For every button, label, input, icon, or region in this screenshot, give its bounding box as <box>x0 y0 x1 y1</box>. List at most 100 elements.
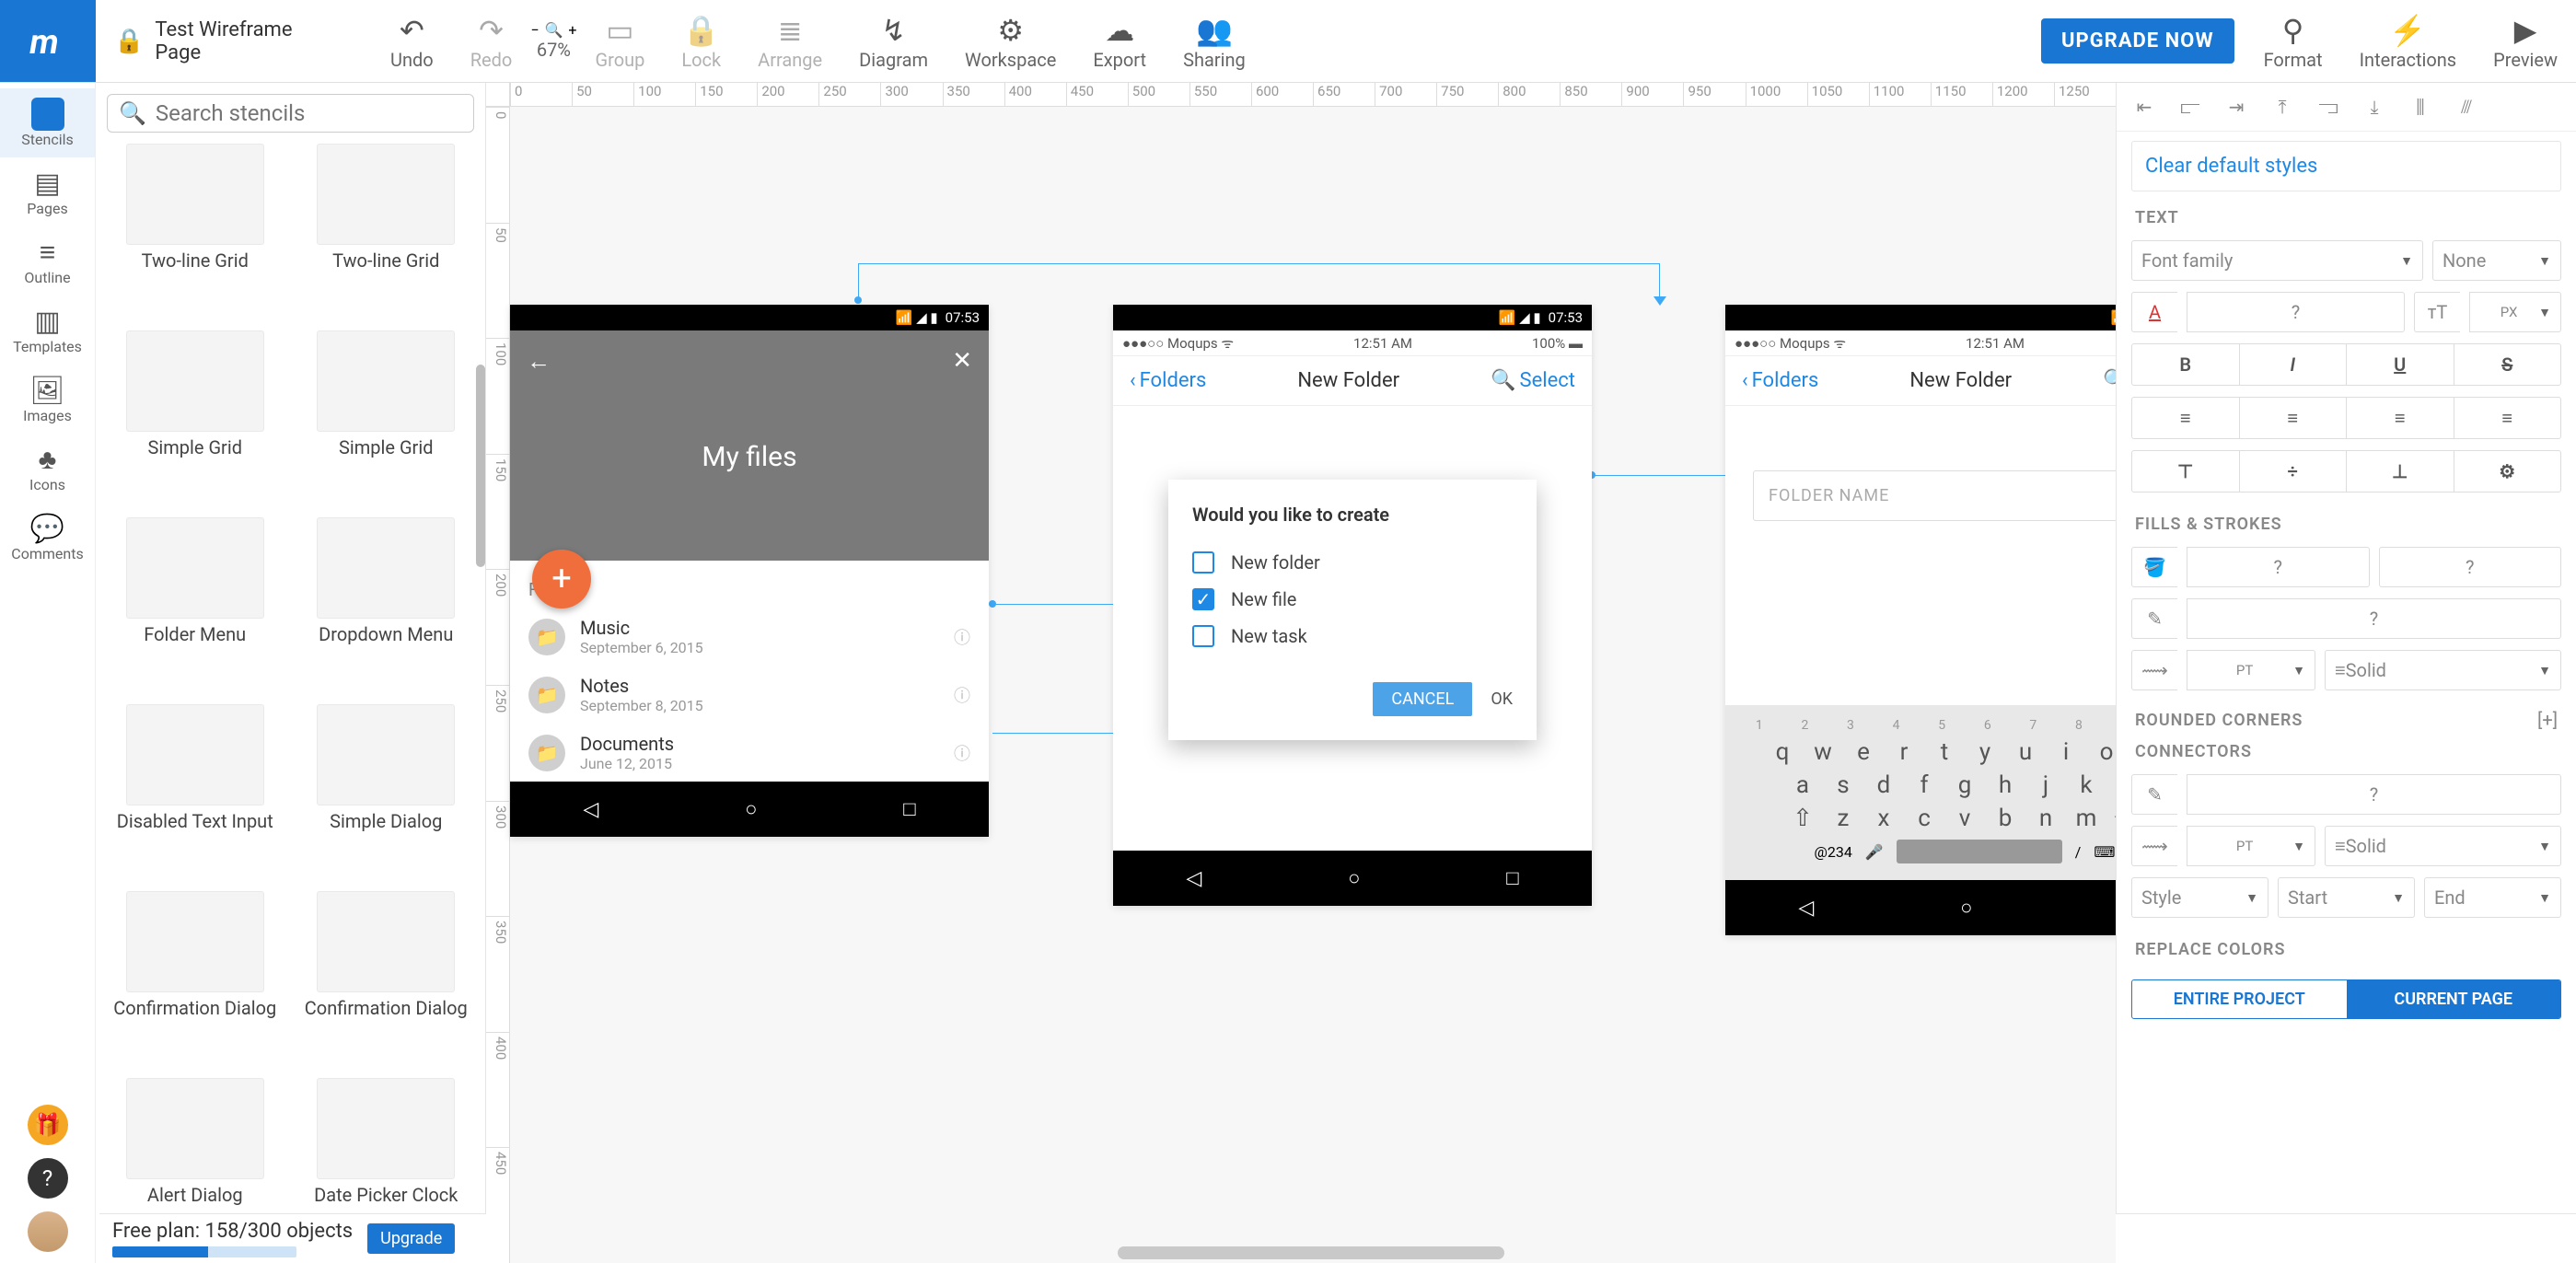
group-button[interactable]: ▭Group <box>576 5 663 78</box>
canvas-scrollbar[interactable] <box>1118 1246 1504 1259</box>
rail-outline[interactable]: ≡Outline <box>0 226 95 295</box>
connector <box>1592 475 1744 476</box>
text-settings-button[interactable]: ⚙ <box>2454 451 2561 492</box>
user-avatar[interactable] <box>28 1211 68 1252</box>
help-button[interactable]: ? <box>28 1158 68 1199</box>
upgrade-small-button[interactable]: Upgrade <box>367 1223 455 1254</box>
connector-end-select[interactable]: End▼ <box>2424 877 2561 918</box>
align-right-text-button[interactable]: ≡ <box>2347 398 2454 438</box>
gift-button[interactable]: 🎁 <box>28 1105 68 1145</box>
arrange-button[interactable]: ≣Arrange <box>739 5 841 78</box>
align-left-text-button[interactable]: ≡ <box>2132 398 2240 438</box>
search-input[interactable] <box>156 100 462 126</box>
mockup-dialog[interactable]: 📶 ◢ ▮07:53 ●●●○○ Moqups ᯤ12:51 AM100% ▬ … <box>1113 305 1592 906</box>
align-center-h-button[interactable]: ⫍ <box>2172 90 2209 123</box>
connector-style-select[interactable]: ≡ Solid▼ <box>2325 826 2561 866</box>
align-middle-button[interactable]: ⫎ <box>2310 90 2347 123</box>
seg-current-page[interactable]: CURRENT PAGE <box>2347 980 2561 1018</box>
text-color-value[interactable]: ? <box>2187 292 2405 332</box>
fill-value-2[interactable]: ? <box>2379 547 2562 587</box>
connector-width-input[interactable]: PT▼ <box>2187 826 2315 866</box>
stroke-color-icon[interactable]: ✎ <box>2131 598 2177 639</box>
valign-bottom-button[interactable]: ⊥ <box>2347 451 2454 492</box>
stencil-item[interactable]: Simple Grid <box>105 330 285 506</box>
rail-comments[interactable]: 💬Comments <box>0 503 95 572</box>
app-logo[interactable]: m <box>0 0 96 82</box>
fill-icon[interactable]: 🪣 <box>2131 547 2177 587</box>
seg-entire-project[interactable]: ENTIRE PROJECT <box>2132 980 2347 1018</box>
stroke-style-select[interactable]: ≡ Solid▼ <box>2325 650 2561 690</box>
diagram-button[interactable]: ↯Diagram <box>841 5 946 78</box>
upgrade-now-button[interactable]: UPGRADE NOW <box>2041 18 2234 64</box>
stencil-item[interactable]: Dropdown Menu <box>296 517 477 693</box>
connector <box>858 263 1659 264</box>
stroke-width-input[interactable]: PT▼ <box>2187 650 2315 690</box>
fill-value[interactable]: ? <box>2187 547 2370 587</box>
connector-line-style-select[interactable]: Style▼ <box>2131 877 2269 918</box>
connector-color-icon[interactable]: ✎ <box>2131 774 2177 815</box>
align-bottom-button[interactable]: ⤓ <box>2356 90 2393 123</box>
rail-templates[interactable]: ▥Templates <box>0 295 95 365</box>
cancel-button: CANCEL <box>1373 682 1472 716</box>
mockup-my-files[interactable]: 📶 ◢ ▮07:53 ← ✕ My files + Folders 📁Music… <box>510 305 989 837</box>
sharing-button[interactable]: 👥Sharing <box>1165 5 1264 78</box>
interactions-button[interactable]: ⚡Interactions <box>2341 5 2476 78</box>
connector-width-icon[interactable]: ⟿ <box>2131 826 2177 866</box>
rail-images[interactable]: 🖼Images <box>0 365 95 434</box>
stencil-item[interactable]: Confirmation Dialog <box>296 891 477 1067</box>
search-stencils[interactable]: 🔍 <box>107 94 474 133</box>
clear-styles-link[interactable]: Clear default styles <box>2145 155 2317 178</box>
stencil-item[interactable]: Simple Grid <box>296 330 477 506</box>
doc-title[interactable]: Test Wireframe <box>155 18 292 41</box>
mockup-keyboard[interactable]: 📶 ◢ ▮07:53 ●●●○○ Moqups ᯤ12:51 AM100% ▬ … <box>1725 305 2116 935</box>
stencil-item[interactable]: Confirmation Dialog <box>105 891 285 1067</box>
italic-button[interactable]: I <box>2240 344 2348 385</box>
rounded-expand-button[interactable]: [+] <box>2537 709 2558 731</box>
connector-start-select[interactable]: Start▼ <box>2278 877 2415 918</box>
lock-button[interactable]: 🔒Lock <box>663 5 739 78</box>
font-size-icon[interactable]: тT <box>2414 292 2460 332</box>
redo-button[interactable]: ↷Redo <box>452 5 531 78</box>
valign-top-button[interactable]: ⊤ <box>2132 451 2240 492</box>
stencil-item[interactable]: Simple Dialog <box>296 704 477 880</box>
align-right-button[interactable]: ⇥ <box>2218 90 2255 123</box>
align-justify-text-button[interactable]: ≡ <box>2454 398 2561 438</box>
stencil-item[interactable]: Disabled Text Input <box>105 704 285 880</box>
page-name[interactable]: Page <box>155 41 292 64</box>
export-button[interactable]: ☁Export <box>1074 5 1165 78</box>
format-button[interactable]: ⚲Format <box>2245 5 2341 78</box>
zoom-value[interactable]: 67% <box>537 39 571 61</box>
underline-button[interactable]: U <box>2347 344 2454 385</box>
undo-button[interactable]: ↶Undo <box>372 5 452 78</box>
font-family-select[interactable]: Font family▼ <box>2131 240 2423 281</box>
rail-icons[interactable]: ♣Icons <box>0 434 95 503</box>
text-color-icon[interactable]: A <box>2131 292 2177 332</box>
zoom-out-button[interactable]: − <box>530 21 539 39</box>
stencil-item[interactable]: Two-line Grid <box>105 144 285 319</box>
stroke-width-icon[interactable]: ⟿ <box>2131 650 2177 690</box>
connector-color-value[interactable]: ? <box>2187 774 2561 815</box>
zoom-icon[interactable]: 🔍 <box>544 21 563 39</box>
stencil-item[interactable]: Folder Menu <box>105 517 285 693</box>
valign-middle-button[interactable]: ÷ <box>2240 451 2348 492</box>
bold-button[interactable]: B <box>2132 344 2240 385</box>
align-top-button[interactable]: ⤒ <box>2264 90 2301 123</box>
align-left-button[interactable]: ⇤ <box>2126 90 2163 123</box>
canvas-area[interactable]: 0501001502002503003504004505005506006507… <box>486 83 2116 1263</box>
screen-title: New Folder <box>1909 369 2012 392</box>
rail-stencils[interactable]: Stencils <box>0 88 95 157</box>
stencil-item[interactable]: Two-line Grid <box>296 144 477 319</box>
search-icon: 🔍 <box>119 100 146 126</box>
distribute-v-button[interactable]: ⫻ <box>2448 90 2485 123</box>
align-center-text-button[interactable]: ≡ <box>2240 398 2348 438</box>
font-size-select[interactable]: None▼ <box>2432 240 2561 281</box>
zoom-in-button[interactable]: + <box>568 21 576 39</box>
stroke-color-value[interactable]: ? <box>2187 598 2561 639</box>
font-size-input[interactable]: PX▼ <box>2469 292 2561 332</box>
stencil-scrollbar[interactable] <box>476 365 485 567</box>
rail-pages[interactable]: ▤Pages <box>0 157 95 226</box>
preview-button[interactable]: ▶Preview <box>2475 5 2576 78</box>
strikethrough-button[interactable]: S <box>2454 344 2561 385</box>
workspace-button[interactable]: ⚙Workspace <box>946 5 1074 78</box>
distribute-h-button[interactable]: ⫼ <box>2402 90 2439 123</box>
